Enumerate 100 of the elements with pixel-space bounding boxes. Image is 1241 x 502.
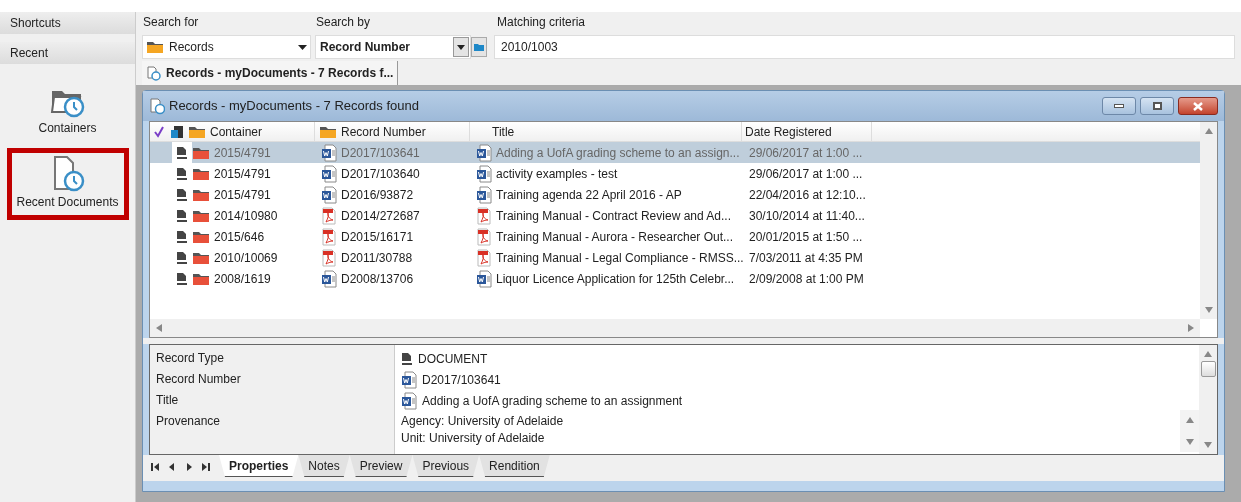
folder-icon [474, 43, 484, 51]
folder-icon [192, 250, 210, 265]
matching-criteria-field[interactable]: 2010/1003 [494, 35, 1235, 59]
table-row[interactable]: 2010/10069 D2011/30788 Training Manual - Legal Compliance - RMSS... 7/03/2011 at 4:35 PM [150, 247, 1200, 268]
property-value: DOCUMENT [418, 350, 488, 368]
sidebar-section-header[interactable]: Recent [0, 42, 135, 64]
word-document-icon [321, 269, 337, 288]
checkmark-icon [154, 125, 164, 138]
property-value: D2017/103641 [422, 371, 501, 389]
word-document-icon [476, 143, 492, 162]
table-cell-text: 2010/10069 [214, 249, 278, 267]
table-cell-text: 22/04/2016 at 12:10... [748, 186, 866, 204]
table-cell-text: activity examples - test [496, 165, 618, 183]
scroll-down-icon[interactable] [1185, 439, 1194, 445]
search-by-dropdown[interactable]: Record Number [315, 35, 471, 59]
property-value: Unit: University of Adelaide [401, 430, 546, 447]
document-stack-icon [170, 124, 184, 139]
property-label: Record Type [156, 350, 225, 367]
caret-icon [457, 44, 465, 50]
document-icon [176, 208, 188, 223]
scroll-down-icon[interactable] [1204, 307, 1213, 313]
search-for-dropdown[interactable]: Records [142, 35, 311, 59]
scroll-up-icon[interactable] [1185, 417, 1194, 423]
table-cell-text: 20/01/2015 at 1:50 ... [748, 228, 863, 246]
word-document-icon [401, 391, 417, 410]
maximize-button[interactable] [1140, 97, 1174, 115]
bottom-tab[interactable]: Rendition [479, 455, 550, 477]
property-label: Record Number [156, 371, 242, 388]
property-label: Provenance [156, 413, 222, 430]
vertical-scrollbar[interactable] [1180, 410, 1199, 452]
table-row[interactable]: 2015/4791 D2017/103640 activity examples - test 29/06/2017 at 1:00 ... [150, 163, 1200, 184]
folder-icon [192, 187, 210, 202]
table-cell-text: 2015/4791 [214, 186, 271, 204]
document-tab[interactable]: Records - myDocuments - 7 Records f... [142, 61, 399, 85]
table-row[interactable]: 2015/646 D2015/16171 Training Manual - Aurora - Researcher Out... 20/01/2015 at 1:50 ... [150, 226, 1200, 247]
minimize-button[interactable] [1102, 97, 1136, 115]
scroll-thumb[interactable] [1200, 361, 1216, 377]
scroll-left-icon [156, 324, 162, 332]
first-page-icon[interactable] [151, 463, 159, 471]
document-icon [176, 250, 188, 265]
table-cell-text: Training Manual - Legal Compliance - RMSS... [496, 249, 744, 267]
table-cell-text: Liquor Licence Application for 125th Celebr... [496, 270, 735, 288]
document-icon [176, 145, 188, 160]
table-row[interactable]: 2015/4791 D2016/93872 Training agenda 22 April 2016 - AP 22/04/2016 at 12:10... [150, 184, 1200, 205]
bottom-tab[interactable]: Properties [219, 455, 299, 477]
table-cell-text: Training Manual - Aurora - Researcher Out... [496, 228, 733, 246]
pdf-document-icon [321, 248, 337, 267]
column-header[interactable]: Title [470, 122, 742, 141]
word-document-icon [401, 370, 417, 389]
close-button[interactable] [1178, 97, 1218, 115]
vertical-scrollbar[interactable] [1200, 122, 1217, 319]
scroll-up-icon[interactable] [1204, 128, 1213, 134]
vertical-scrollbar[interactable] [1199, 345, 1217, 454]
property-label: Title [156, 392, 180, 409]
document-clock-icon [149, 97, 165, 115]
folder-icon [192, 271, 210, 286]
column-header[interactable]: Record Number [315, 122, 470, 141]
document-icon [176, 166, 188, 181]
table-cell-text: 2008/1619 [214, 270, 271, 288]
table-cell-text: D2017/103640 [341, 165, 420, 183]
document-icon [176, 271, 188, 286]
table-cell-text: Adding a UofA grading scheme to an assign... [496, 144, 740, 162]
dropdown-button[interactable] [453, 37, 469, 57]
scroll-down-icon[interactable] [1204, 442, 1212, 448]
document-clock-icon [146, 65, 162, 81]
property-value: Agency: University of Adelaide [401, 413, 565, 430]
last-page-icon[interactable] [202, 463, 210, 471]
folder-icon [319, 124, 337, 139]
scroll-up-icon[interactable] [1204, 351, 1212, 357]
bottom-tab[interactable]: Preview [349, 455, 413, 477]
table-cell-text: D2016/93872 [341, 186, 414, 204]
property-value: Adding a UofA grading scheme to an assignment [422, 392, 683, 410]
sidebar-item[interactable]: Recent Documents [6, 148, 129, 220]
horizontal-scrollbar[interactable] [150, 319, 1200, 337]
pdf-document-icon [321, 227, 337, 246]
bottom-tab[interactable]: Previous [412, 455, 480, 477]
word-document-icon [476, 164, 492, 183]
previous-page-icon[interactable] [168, 463, 176, 471]
table-cell-text: 2015/646 [214, 228, 265, 246]
word-document-icon [321, 164, 337, 183]
sidebar-item[interactable]: Containers [6, 78, 129, 146]
folder-icon [192, 208, 210, 223]
table-row[interactable]: 2008/1619 D2008/13706 Liquor Licence Application for 125th Celebr... 2/09/2008 at 1:00 PM [150, 268, 1200, 289]
sidebar-section-header[interactable]: Shortcuts [0, 12, 135, 34]
window-title: Records - myDocuments - 7 Records found [169, 97, 420, 116]
field-label: Search for [143, 14, 200, 31]
table-row[interactable]: 2014/10980 D2014/272687 Training Manual - Contract Review and Ad... 30/10/2014 at 11:40... [150, 205, 1200, 226]
column-header[interactable]: Container [188, 122, 315, 141]
table-cell-text: 2014/10980 [214, 207, 278, 225]
table-cell-text: 29/06/2017 at 1:00 ... [748, 144, 863, 162]
pdf-document-icon [476, 206, 492, 225]
bottom-tab[interactable]: Notes [298, 455, 350, 477]
table-cell-text: D2008/13706 [341, 270, 414, 288]
table-cell-text: 30/10/2014 at 11:40... [748, 207, 865, 225]
table-cell-text: Training Manual - Contract Review and Ad... [496, 207, 731, 225]
folder-icon [188, 124, 206, 139]
scroll-right-icon [1188, 324, 1194, 332]
next-page-icon[interactable] [185, 463, 193, 471]
column-header[interactable]: Date Registered [742, 122, 872, 141]
table-row[interactable]: 2015/4791 D2017/103641 Adding a UofA grading scheme to an assign... 29/06/2017 at 1:00 ... [150, 142, 1200, 163]
